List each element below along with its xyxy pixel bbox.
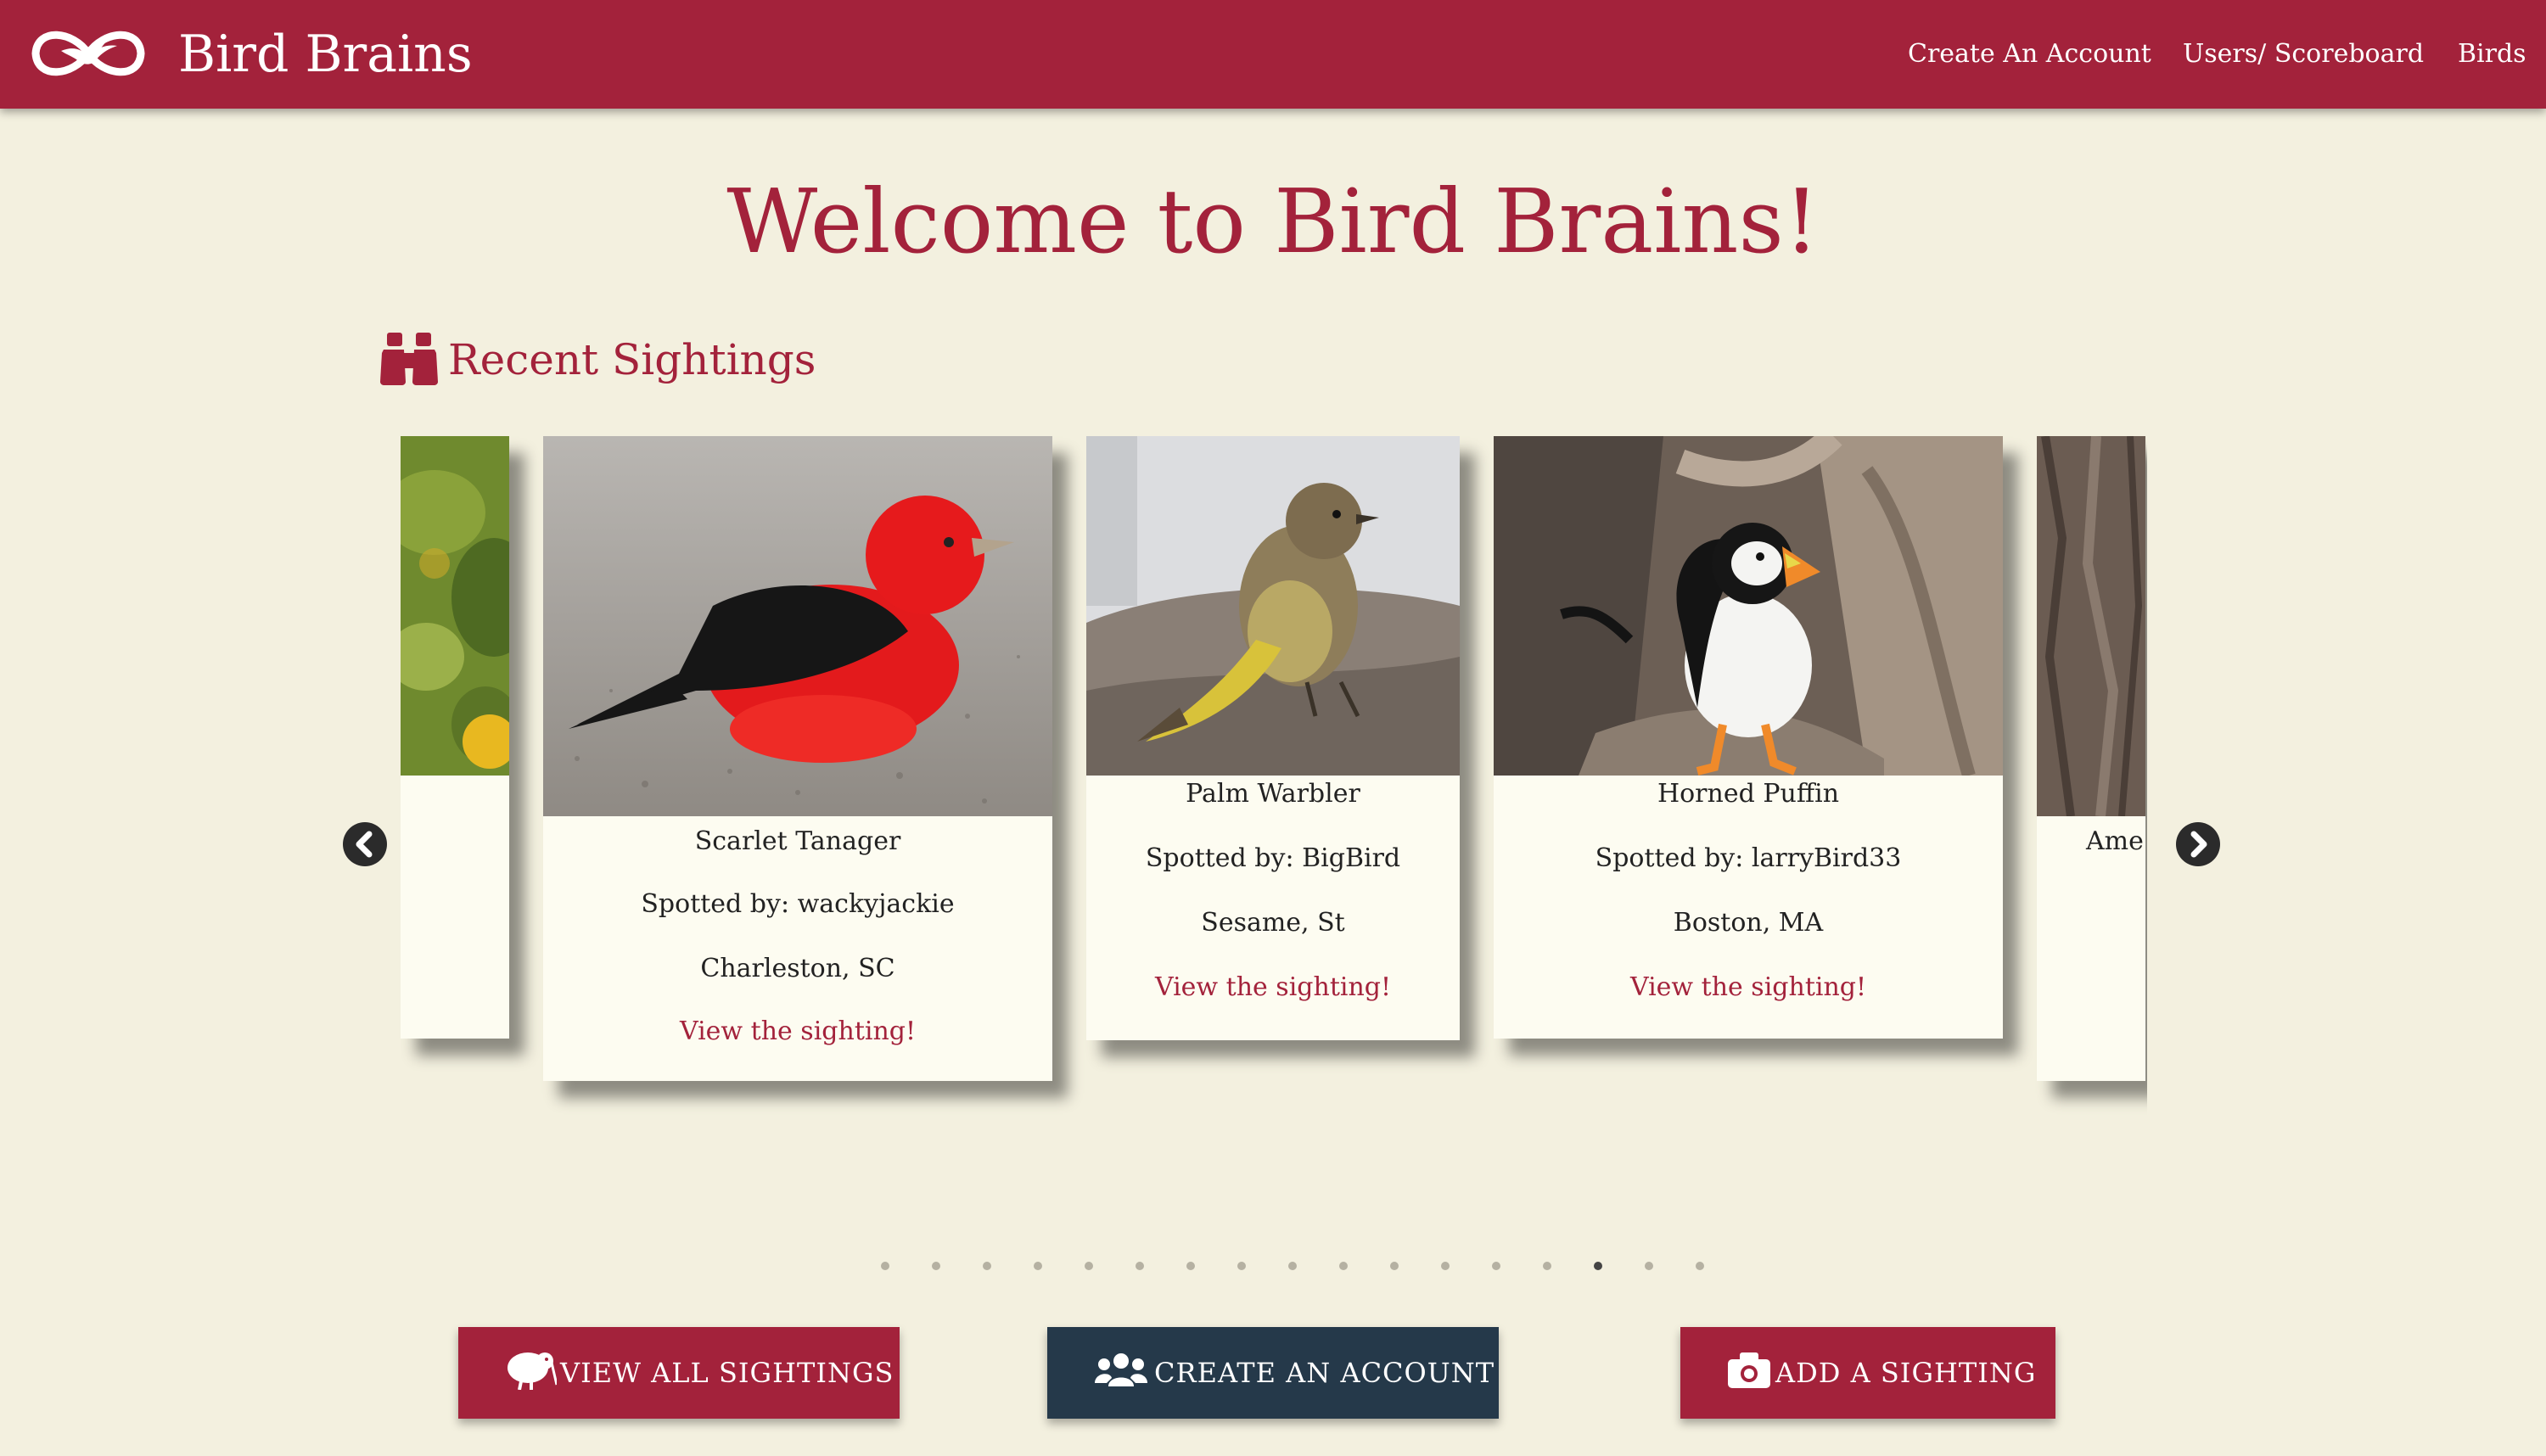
- carousel-dot[interactable]: [1645, 1262, 1653, 1270]
- carousel-dot[interactable]: [1186, 1262, 1195, 1270]
- card-bird-name: Horned Puffin: [1657, 779, 1840, 809]
- card-spotted-by: Spotted by: wackyjackie: [641, 889, 955, 919]
- card-bird-name: Palm Warbler: [1186, 779, 1360, 809]
- carousel-dot[interactable]: [1390, 1262, 1399, 1270]
- brand-name[interactable]: Bird Brains: [178, 22, 473, 87]
- view-all-sightings-button[interactable]: VIEW ALL SIGHTINGS: [458, 1327, 900, 1419]
- card-location: Charleston, SC: [700, 954, 895, 983]
- carousel-dot[interactable]: [1543, 1262, 1551, 1270]
- chevron-right-icon: [2190, 831, 2207, 858]
- card-photo-partial-left: [401, 436, 509, 776]
- carousel-dot[interactable]: [1696, 1262, 1704, 1270]
- sighting-card-scarlet-tanager[interactable]: Scarlet Tanager Spotted by: wackyjackie …: [543, 436, 1052, 1081]
- card-location: Boston, MA: [1673, 908, 1824, 938]
- users-icon: [1095, 1352, 1147, 1393]
- bird-infinity-logo-icon[interactable]: [29, 15, 148, 92]
- binoculars-icon: [380, 333, 438, 385]
- kiwi-bird-icon: [506, 1347, 558, 1397]
- card-location: Sesame, St: [1201, 908, 1345, 938]
- navbar: Bird Brains Create An Account Users/ Sco…: [0, 0, 2546, 109]
- carousel-dot[interactable]: [1492, 1262, 1500, 1270]
- card-photo-horned-puffin: [1494, 436, 2003, 776]
- view-sighting-link[interactable]: View the sighting!: [1086, 971, 1460, 1005]
- card-photo-palm-warbler: [1086, 436, 1460, 776]
- sighting-card-palm-warbler[interactable]: Palm Warbler Spotted by: BigBird Sesame,…: [1086, 436, 1460, 1040]
- view-all-sightings-label: VIEW ALL SIGHTINGS: [560, 1357, 894, 1389]
- page-title: Welcome to Bird Brains!: [726, 170, 1820, 273]
- carousel-dot[interactable]: [1441, 1262, 1450, 1270]
- add-sighting-label: ADD A SIGHTING: [1775, 1357, 2037, 1389]
- camera-icon: [1728, 1352, 1770, 1395]
- create-account-button[interactable]: CREATE AN ACCOUNT: [1047, 1327, 1499, 1419]
- sighting-card-partial-right[interactable]: Ame: [2037, 436, 2145, 1081]
- sighting-card-partial-left[interactable]: [401, 436, 509, 1039]
- card-bird-name: Ame: [2086, 826, 2144, 856]
- carousel-dot[interactable]: [983, 1262, 991, 1270]
- carousel-dot[interactable]: [1339, 1262, 1348, 1270]
- view-sighting-link[interactable]: View the sighting!: [1494, 971, 2003, 1005]
- carousel-dot-active[interactable]: [1594, 1262, 1602, 1270]
- card-photo-partial-right: [2037, 436, 2145, 816]
- carousel-dot[interactable]: [1237, 1262, 1246, 1270]
- nav-create-account[interactable]: Create An Account: [1908, 37, 2151, 71]
- view-sighting-link[interactable]: View the sighting!: [543, 1015, 1052, 1049]
- carousel-dot[interactable]: [1085, 1262, 1093, 1270]
- sighting-card-horned-puffin[interactable]: Horned Puffin Spotted by: larryBird33 Bo…: [1494, 436, 2003, 1039]
- add-sighting-button[interactable]: ADD A SIGHTING: [1680, 1327, 2055, 1419]
- card-spotted-by: Spotted by: BigBird: [1145, 843, 1401, 873]
- carousel-prev-button[interactable]: [343, 822, 387, 866]
- chevron-left-icon: [356, 831, 373, 858]
- carousel-dot[interactable]: [1136, 1262, 1144, 1270]
- nav-users-scoreboard[interactable]: Users/ Scoreboard: [2183, 37, 2424, 71]
- carousel-dot[interactable]: [1288, 1262, 1297, 1270]
- nav-birds[interactable]: Birds: [2458, 37, 2526, 71]
- carousel-dot[interactable]: [881, 1262, 889, 1270]
- card-bird-name: Scarlet Tanager: [694, 826, 901, 856]
- sightings-carousel[interactable]: Scarlet Tanager Spotted by: wackyjackie …: [401, 424, 2147, 1128]
- carousel-next-button[interactable]: [2176, 822, 2220, 866]
- card-spotted-by: Spotted by: larryBird33: [1595, 843, 1902, 873]
- section-heading-text: Recent Sightings: [448, 335, 816, 384]
- create-account-label: CREATE AN ACCOUNT: [1154, 1357, 1495, 1389]
- carousel-dot[interactable]: [1034, 1262, 1042, 1270]
- carousel-dot[interactable]: [932, 1262, 940, 1270]
- card-photo-scarlet-tanager: [543, 436, 1052, 816]
